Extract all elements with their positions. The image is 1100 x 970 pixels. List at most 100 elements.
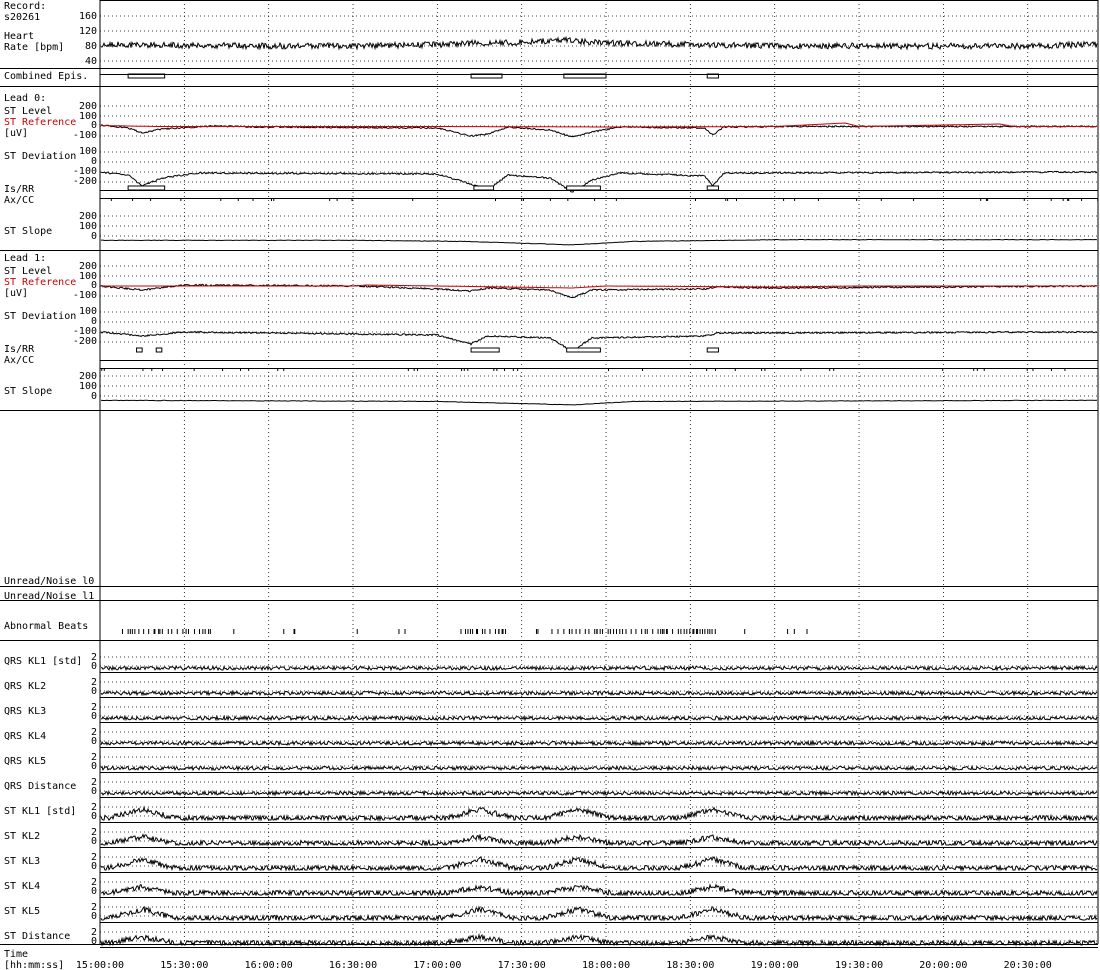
- lead0-st-deviation-label: ST Deviation: [4, 151, 76, 162]
- hr-tick-40: 40: [85, 56, 97, 67]
- lead0-ax-cc-label: Ax/CC: [4, 195, 34, 206]
- record-label: Record:: [4, 1, 46, 12]
- record-id: s20261: [4, 12, 40, 23]
- lead1-slope-tick-0: 0: [91, 391, 97, 402]
- kl-tick-0: 0: [91, 786, 97, 797]
- kl-trace: [100, 855, 1098, 872]
- lead0-episode-bar: [127, 185, 166, 191]
- time-tick-label: 17:00:00: [413, 960, 461, 970]
- kl-trace: [100, 739, 1098, 747]
- time-tick-label: 16:30:00: [329, 960, 377, 970]
- lead1-st-level-label: ST Level: [4, 266, 52, 277]
- lead0-title: Lead 0:: [4, 93, 46, 104]
- kl-tick-0: 0: [91, 936, 97, 947]
- kl-tick-0: 0: [91, 861, 97, 872]
- lead1-st-slope-trace: [100, 399, 1098, 406]
- time-tick-label: 15:30:00: [160, 960, 208, 970]
- time-tick-label: 19:00:00: [751, 960, 799, 970]
- lead1-st-slope-label: ST Slope: [4, 386, 52, 397]
- kl-trace: [100, 805, 1098, 822]
- heart-rate-label-1: Heart: [4, 31, 34, 42]
- time-tick-label: 19:30:00: [835, 960, 883, 970]
- unread-noise-1-label: Unread/Noise l1: [4, 591, 94, 602]
- kl-row-label: ST KL1 [std]: [4, 806, 76, 817]
- kl-row-label: QRS KL5: [4, 756, 46, 767]
- kl-tick-0: 0: [91, 911, 97, 922]
- lead0-st-reference-label: ST Reference: [4, 117, 76, 128]
- lead1-episode-bar: [470, 347, 500, 353]
- lead0-st-slope-trace: [101, 238, 1098, 246]
- kl-trace: [100, 764, 1098, 772]
- time-axis-label-1: Time: [4, 949, 28, 960]
- kl-trace: [100, 714, 1098, 722]
- kl-trace: [100, 789, 1098, 797]
- time-tick-label: 15:00:00: [76, 960, 124, 970]
- st-analysis-chart: Record: s20261 Heart Rate [bpm] 160 120 …: [0, 0, 1099, 970]
- kl-row-label: QRS Distance: [4, 781, 76, 792]
- kl-trace: [100, 664, 1098, 672]
- lead0-level-tick-m100: -100: [73, 130, 97, 141]
- lead1-episode-bar: [566, 347, 601, 353]
- kl-trace: [100, 905, 1098, 922]
- kl-tick-0: 0: [91, 886, 97, 897]
- heart-rate-label-2: Rate [bpm]: [4, 42, 64, 53]
- time-ticks: 15:00:00 15:30:00 16:00:00 16:30:00 17:00:00…: [76, 960, 1052, 970]
- kl-trace: [100, 689, 1098, 697]
- kl-tick-0: 0: [91, 761, 97, 772]
- trace-layer: [100, 35, 1099, 948]
- unread-noise-0-label: Unread/Noise l0: [4, 576, 94, 587]
- kl-tick-0: 0: [91, 686, 97, 697]
- lead0-slope-tick-0: 0: [91, 231, 97, 242]
- time-axis-label-2: [hh:mm:ss]: [4, 960, 64, 970]
- time-tick-label: 17:30:00: [498, 960, 546, 970]
- time-tick-label: 20:00:00: [919, 960, 967, 970]
- kl-row-label: ST KL3: [4, 856, 40, 867]
- hr-tick-80: 80: [85, 41, 97, 52]
- lead1-st-deviation-label: ST Deviation: [4, 311, 76, 322]
- lead0-episode-bar: [566, 185, 601, 191]
- lead0-episode-bar: [473, 185, 495, 191]
- lead0-unit-label: [uV]: [4, 128, 28, 139]
- hr-tick-120: 120: [79, 26, 97, 37]
- label-layer: Record: s20261 Heart Rate [bpm] 160 120 …: [4, 1, 1052, 970]
- hr-tick-160: 160: [79, 11, 97, 22]
- lead1-ax-cc-label: Ax/CC: [4, 355, 34, 366]
- kl-tick-0: 0: [91, 711, 97, 722]
- kl-tick-0: 0: [91, 736, 97, 747]
- lead0-st-slope-label: ST Slope: [4, 226, 52, 237]
- kl-row-label: ST KL5: [4, 906, 40, 917]
- kl-row-label: QRS KL2: [4, 681, 46, 692]
- kl-trace: [100, 933, 1098, 947]
- lead1-episode-bar: [706, 347, 719, 353]
- kl-row-label: ST Distance: [4, 931, 70, 942]
- combined-episodes-label: Combined Epis.: [4, 71, 88, 82]
- kl-tick-0: 0: [91, 661, 97, 672]
- lead1-level-tick-m100: -100: [73, 290, 97, 301]
- time-tick-label: 20:30:00: [1004, 960, 1052, 970]
- lead1-dev-tick-m200: -200: [73, 336, 97, 347]
- lead0-dev-tick-m200: -200: [73, 176, 97, 187]
- kl-row-label: ST KL2: [4, 831, 40, 842]
- kl-labels: QRS KL1 [std] 20QRS KL2 20QRS KL3 20QRS KL4…: [4, 652, 97, 947]
- lead1-title: Lead 1:: [4, 253, 46, 264]
- lead1-episode-bar: [155, 347, 163, 353]
- lead0-episode-bar: [706, 185, 719, 191]
- kl-tick-0: 0: [91, 811, 97, 822]
- heart-rate-trace: [100, 35, 1098, 51]
- kl-tick-0: 0: [91, 836, 97, 847]
- grid-layer: [99, 0, 1098, 944]
- abnormal-beats-label: Abnormal Beats: [4, 621, 88, 632]
- lead1-episode-bar: [136, 347, 143, 353]
- kl-row-label: QRS KL1 [std]: [4, 656, 82, 667]
- kl-trace: [100, 883, 1098, 897]
- kl-row-label: QRS KL4: [4, 731, 46, 742]
- kl-trace: [100, 833, 1098, 847]
- lead1-is-rr-label: Is/RR: [4, 344, 35, 355]
- lead1-st-reference-label: ST Reference: [4, 277, 76, 288]
- lead0-st-level-label: ST Level: [4, 106, 52, 117]
- kl-row-label: QRS KL3: [4, 706, 46, 717]
- lead0-is-rr-label: Is/RR: [4, 184, 35, 195]
- time-tick-label: 16:00:00: [245, 960, 293, 970]
- frame-layer: [0, 0, 1099, 945]
- time-tick-label: 18:30:00: [666, 960, 714, 970]
